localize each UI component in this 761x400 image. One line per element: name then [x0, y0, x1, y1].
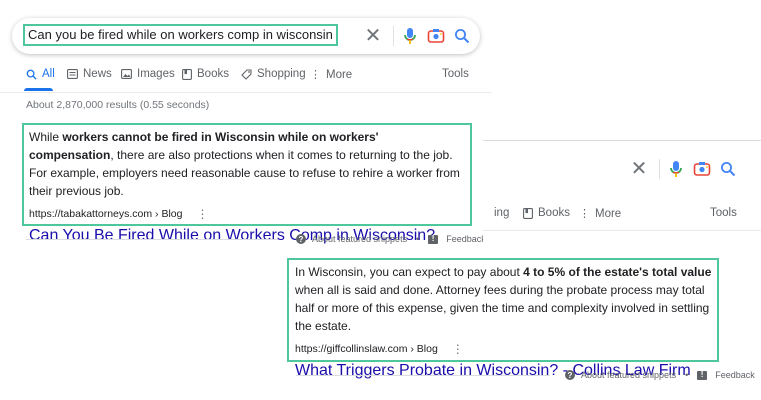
feedback-link[interactable]: Feedback — [446, 234, 486, 244]
microphone-icon[interactable] — [667, 160, 685, 178]
clear-icon[interactable]: ✕ — [630, 159, 648, 179]
search-results-panel-2-header: ✕ ing Books ⋮ More Tools — [483, 140, 761, 260]
tools-button[interactable]: Tools — [442, 68, 469, 80]
feedback-divider — [26, 239, 278, 240]
search-box[interactable]: Can you be fired while on workers comp i… — [12, 18, 480, 54]
more-options-icon[interactable]: ⋮ — [197, 207, 209, 221]
tab-shopping-label: Shopping — [257, 68, 306, 80]
about-featured-snippets-link[interactable]: About featured snippets — [312, 234, 407, 244]
feedback-link[interactable]: Feedback — [715, 370, 755, 380]
snippet-citation: https://giffcollinslaw.com › Blog ⋮ — [295, 342, 713, 356]
image-icon — [121, 69, 132, 79]
search-tabs: All News Images Books Shopping ⋮ More To… — [0, 68, 492, 91]
snippet-text: In Wisconsin, you can expect to pay abou… — [295, 265, 712, 333]
tab-all[interactable]: All — [26, 68, 55, 80]
tab-books[interactable]: Books — [182, 68, 229, 80]
tab-books-label: Books — [538, 207, 570, 219]
snippet-url: https://tabakattorneys.com › Blog — [29, 208, 183, 220]
feedback-icon — [697, 370, 708, 380]
tab-more-label: More — [326, 68, 353, 81]
question-icon: ? — [296, 234, 306, 244]
more-vertical-icon: ⋮ — [579, 208, 590, 220]
tab-books[interactable]: Books — [523, 207, 570, 219]
news-icon — [67, 69, 78, 79]
question-icon: ? — [565, 370, 575, 380]
camera-lens-icon[interactable] — [693, 160, 711, 178]
search-icon[interactable] — [453, 27, 471, 45]
book-icon — [523, 207, 533, 219]
search-icon[interactable] — [719, 160, 737, 178]
tools-button[interactable]: Tools — [710, 207, 737, 219]
snippet-footer: ? About featured snippets • Feedback — [296, 234, 486, 244]
tab-images[interactable]: Images — [121, 68, 175, 80]
search-divider — [393, 26, 394, 46]
footer-separator: • — [416, 234, 420, 244]
tag-icon — [241, 68, 252, 80]
tab-more[interactable]: ⋮ More — [579, 207, 622, 221]
tab-books-label: Books — [197, 68, 229, 80]
tab-images-partial[interactable]: ing — [494, 207, 509, 219]
snippet-footer: ? About featured snippets • Feedback — [565, 370, 755, 380]
snippet-citation: https://tabakattorneys.com › Blog ⋮ — [29, 207, 466, 221]
snippet-bold-text: 4 to 5% of the estate's total value — [523, 265, 712, 279]
tab-more[interactable]: ⋮ More — [310, 68, 353, 82]
search-icon — [26, 69, 37, 80]
tab-more-label: More — [595, 207, 622, 220]
result-stats: About 2,870,000 results (0.55 seconds) — [26, 99, 210, 111]
camera-lens-icon[interactable] — [427, 27, 445, 45]
active-tab-indicator — [24, 88, 53, 91]
snippet-url: https://giffcollinslaw.com › Blog — [295, 343, 438, 355]
more-options-icon[interactable]: ⋮ — [452, 342, 464, 356]
feedback-divider — [296, 375, 550, 376]
microphone-icon[interactable] — [401, 27, 419, 45]
tab-all-label: All — [42, 68, 55, 80]
featured-snippet-highlight: While workers cannot be fired in Wiscons… — [22, 123, 472, 244]
snippet-text: While workers cannot be fired in Wiscons… — [29, 130, 460, 198]
tab-shopping[interactable]: Shopping — [241, 68, 306, 80]
about-featured-snippets-link[interactable]: About featured snippets — [581, 370, 676, 380]
tab-news-label: News — [83, 68, 112, 80]
book-icon — [182, 68, 192, 80]
search-divider — [659, 159, 660, 179]
footer-separator: • — [685, 370, 689, 380]
tabs-divider — [483, 230, 761, 231]
tabs-divider — [0, 92, 492, 93]
tab-news[interactable]: News — [67, 68, 112, 80]
tools-label: Tools — [442, 68, 469, 80]
clear-icon[interactable]: ✕ — [364, 26, 382, 46]
tab-images-label: Images — [137, 68, 175, 80]
more-vertical-icon: ⋮ — [310, 69, 321, 81]
featured-snippet-highlight: In Wisconsin, you can expect to pay abou… — [287, 258, 719, 379]
feedback-icon — [428, 234, 439, 244]
search-query-highlight[interactable]: Can you be fired while on workers comp i… — [23, 24, 338, 46]
search-results-panel-1: Can you be fired while on workers comp i… — [0, 0, 492, 252]
search-results-panel-2: In Wisconsin, you can expect to pay abou… — [282, 252, 761, 400]
